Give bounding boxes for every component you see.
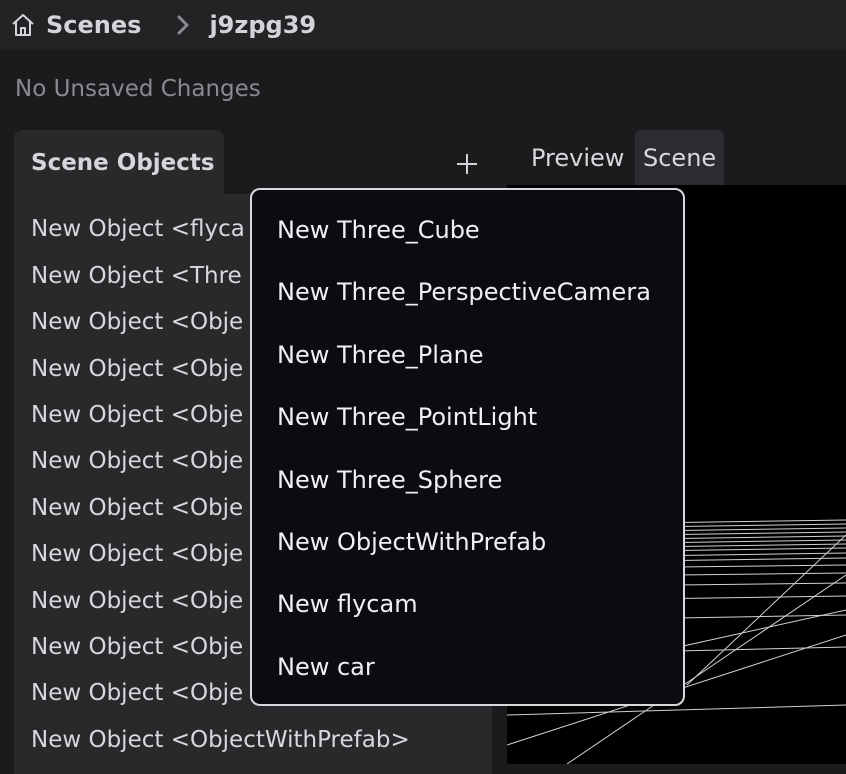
home-icon[interactable] — [8, 10, 38, 40]
list-item[interactable]: New Object <Obje — [31, 302, 243, 342]
breadcrumb-bar: Scenes j9zpg39 — [0, 0, 846, 50]
breadcrumb-scenes-link[interactable]: Scenes — [46, 11, 141, 39]
menu-item-three-perspective-camera[interactable]: New Three_PerspectiveCamera — [277, 272, 651, 312]
tab-preview[interactable]: Preview — [523, 130, 632, 186]
list-item[interactable]: New Object <Obje — [31, 349, 243, 389]
menu-item-object-with-prefab[interactable]: New ObjectWithPrefab — [277, 522, 546, 562]
add-object-menu: New Three_Cube New Three_PerspectiveCame… — [250, 188, 685, 706]
menu-item-three-cube[interactable]: New Three_Cube — [277, 210, 480, 250]
add-object-button[interactable] — [451, 148, 483, 180]
viewport-tabs: Preview Scene — [507, 130, 846, 186]
list-item[interactable]: New Object <ObjectWithPrefab> — [31, 720, 410, 760]
chevron-right-icon — [169, 10, 197, 40]
menu-item-flycam[interactable]: New flycam — [277, 584, 418, 624]
tab-scene[interactable]: Scene — [635, 130, 725, 186]
list-item[interactable]: New Object <Obje — [31, 581, 243, 621]
menu-item-car[interactable]: New car — [277, 647, 375, 687]
list-item[interactable]: New Object <Obje — [31, 441, 243, 481]
list-item[interactable]: New Object <Obje — [31, 488, 243, 528]
breadcrumb-current-scene: j9zpg39 — [209, 11, 317, 39]
tab-scene-objects[interactable]: Scene Objects — [14, 130, 224, 196]
plus-icon — [457, 154, 477, 174]
menu-item-three-plane[interactable]: New Three_Plane — [277, 335, 484, 375]
menu-item-three-point-light[interactable]: New Three_PointLight — [277, 397, 537, 437]
list-item[interactable]: New Object <flyca — [31, 209, 245, 249]
list-item[interactable]: New Object <Thre — [31, 256, 242, 296]
list-item[interactable]: New Object <Obje — [31, 534, 243, 574]
menu-item-three-sphere[interactable]: New Three_Sphere — [277, 460, 502, 500]
list-item[interactable]: New Object <Obje — [31, 627, 243, 667]
list-item[interactable]: New Object <Obje — [31, 395, 243, 435]
save-status: No Unsaved Changes — [15, 76, 261, 102]
list-item[interactable]: New Object <Obje — [31, 673, 243, 713]
